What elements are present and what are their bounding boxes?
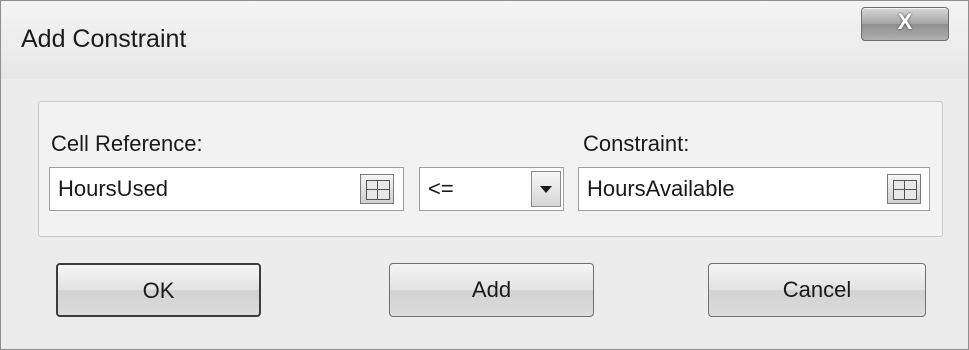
operator-value: <=: [428, 176, 454, 201]
cell-reference-range-button[interactable]: [360, 174, 394, 204]
cell-reference-input[interactable]: HoursUsed: [49, 167, 404, 211]
cancel-button-label: Cancel: [782, 277, 852, 302]
constraint-input[interactable]: HoursAvailable: [578, 167, 930, 211]
add-button[interactable]: Add: [389, 263, 594, 317]
constraint-value: HoursAvailable: [587, 176, 735, 201]
close-icon: X: [897, 9, 913, 34]
cell-reference-label: Cell Reference:: [51, 131, 203, 156]
range-selector-icon: [366, 180, 390, 200]
range-selector-icon: [893, 180, 917, 200]
constraint-range-button[interactable]: [887, 174, 921, 204]
constraint-label: Constraint:: [583, 131, 690, 156]
add-button-label: Add: [471, 277, 512, 302]
dialog-title: Add Constraint: [21, 25, 187, 53]
ok-button-label: OK: [142, 278, 175, 303]
close-button[interactable]: X: [861, 7, 949, 41]
cancel-button[interactable]: Cancel: [708, 263, 926, 317]
operator-select[interactable]: <=: [419, 167, 564, 211]
add-constraint-dialog: Add Constraint X Cell Reference: HoursUs…: [0, 0, 969, 350]
operator-dropdown-button[interactable]: [531, 171, 561, 207]
title-bar[interactable]: Add Constraint X: [1, 1, 968, 79]
chevron-down-icon: [540, 186, 552, 193]
ok-button[interactable]: OK: [56, 263, 261, 317]
cell-reference-value: HoursUsed: [58, 176, 169, 201]
